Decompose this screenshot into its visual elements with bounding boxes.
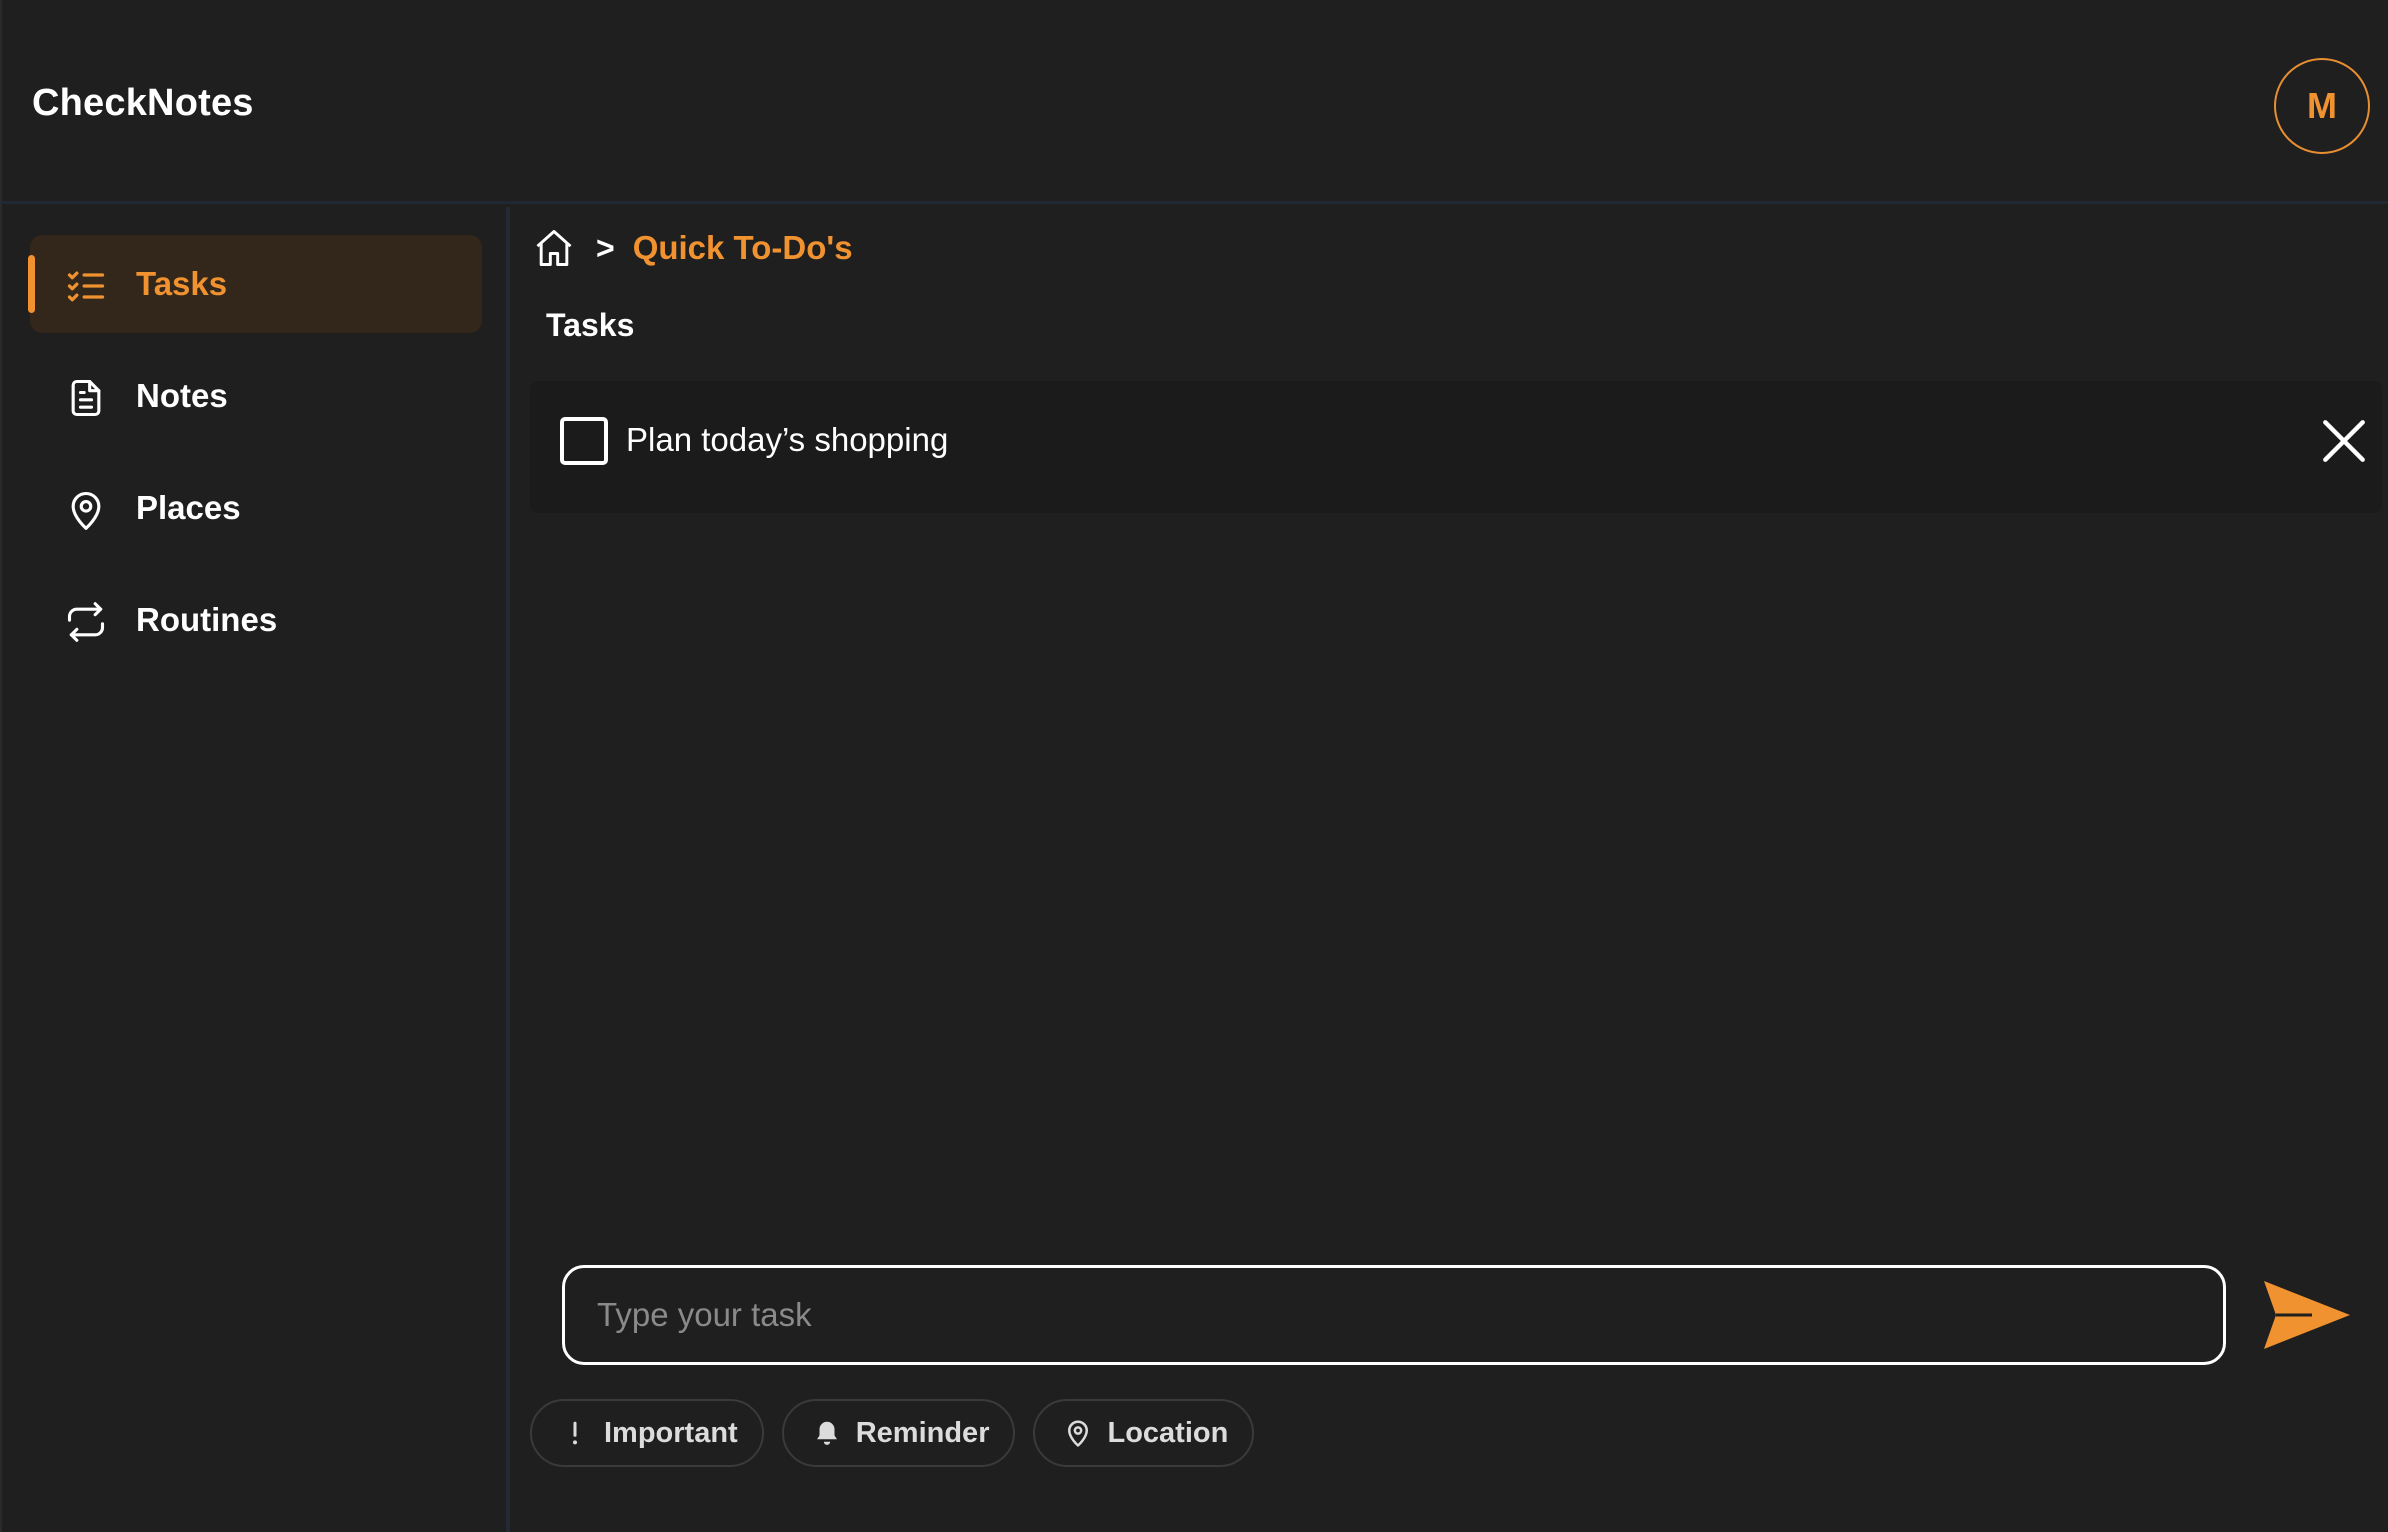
- chip-label: Important: [604, 1416, 738, 1449]
- home-icon[interactable]: [532, 226, 576, 270]
- user-avatar[interactable]: M: [2274, 58, 2370, 154]
- sidebar: Tasks Notes Places Routines: [2, 207, 510, 1532]
- chip-label: Reminder: [855, 1416, 990, 1449]
- sidebar-item-tasks[interactable]: Tasks: [28, 235, 482, 333]
- task-input[interactable]: [562, 1265, 2226, 1365]
- close-icon[interactable]: [2316, 413, 2372, 469]
- important-chip[interactable]: Important: [530, 1399, 764, 1467]
- breadcrumb: > Quick To-Do's: [532, 223, 853, 273]
- chip-label: Location: [1107, 1416, 1229, 1449]
- exclamation-icon: [560, 1418, 590, 1448]
- sidebar-item-routines[interactable]: Routines: [30, 571, 482, 669]
- task-options: Important Reminder Location: [530, 1399, 1255, 1467]
- map-pin-icon: [71, 491, 101, 530]
- sidebar-item-label: Notes: [136, 377, 228, 414]
- location-chip[interactable]: Location: [1033, 1399, 1255, 1467]
- app-title: CheckNotes: [32, 82, 254, 124]
- send-icon[interactable]: [2262, 1277, 2352, 1353]
- map-pin-icon: [1063, 1418, 1093, 1448]
- reminder-chip[interactable]: Reminder: [781, 1399, 1016, 1467]
- breadcrumb-current[interactable]: Quick To-Do's: [633, 229, 853, 267]
- task-checkbox[interactable]: [560, 417, 608, 465]
- sidebar-item-places[interactable]: Places: [30, 459, 482, 557]
- app-window: CheckNotes M Tasks Notes Places Routines…: [0, 0, 2388, 1532]
- sidebar-item-notes[interactable]: Notes: [30, 347, 482, 445]
- section-title: Tasks: [546, 307, 635, 343]
- sidebar-item-label: Tasks: [136, 265, 228, 302]
- breadcrumb-separator: >: [596, 229, 615, 266]
- sidebar-item-label: Places: [136, 489, 241, 526]
- task-item: Plan today’s shopping: [530, 381, 2382, 513]
- active-indicator: [28, 255, 35, 313]
- checklist-icon: [67, 271, 105, 302]
- header: CheckNotes M: [2, 0, 2388, 204]
- sidebar-item-label: Routines: [136, 601, 278, 638]
- bell-icon: [812, 1418, 842, 1448]
- document-icon: [71, 379, 101, 417]
- repeat-icon: [67, 602, 105, 642]
- task-text[interactable]: Plan today’s shopping: [626, 421, 948, 459]
- main-content: > Quick To-Do's Tasks Plan today’s shopp…: [514, 207, 2388, 1532]
